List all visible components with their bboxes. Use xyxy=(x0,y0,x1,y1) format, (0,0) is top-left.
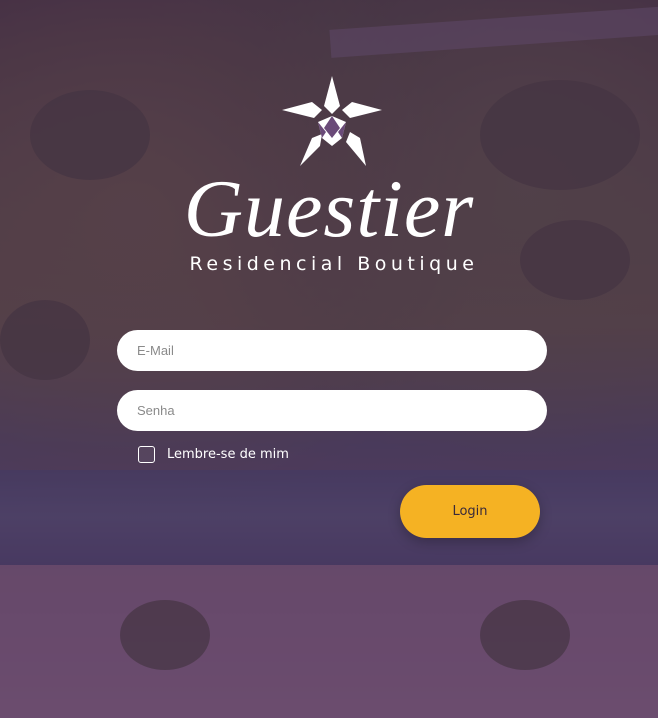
email-field[interactable] xyxy=(117,330,547,371)
login-screen: Guestier Residencial Boutique Lembre-se … xyxy=(0,0,658,718)
login-button[interactable]: Login xyxy=(400,485,540,538)
remember-me-option[interactable]: Lembre-se de mim xyxy=(138,446,289,463)
star-logo-icon xyxy=(282,76,382,166)
remember-me-label: Lembre-se de mim xyxy=(167,447,289,462)
remember-me-checkbox[interactable] xyxy=(138,446,155,463)
brand-name: Guestier xyxy=(183,163,475,254)
password-field[interactable] xyxy=(117,390,547,431)
brand-tagline: Residencial Boutique xyxy=(189,253,479,275)
